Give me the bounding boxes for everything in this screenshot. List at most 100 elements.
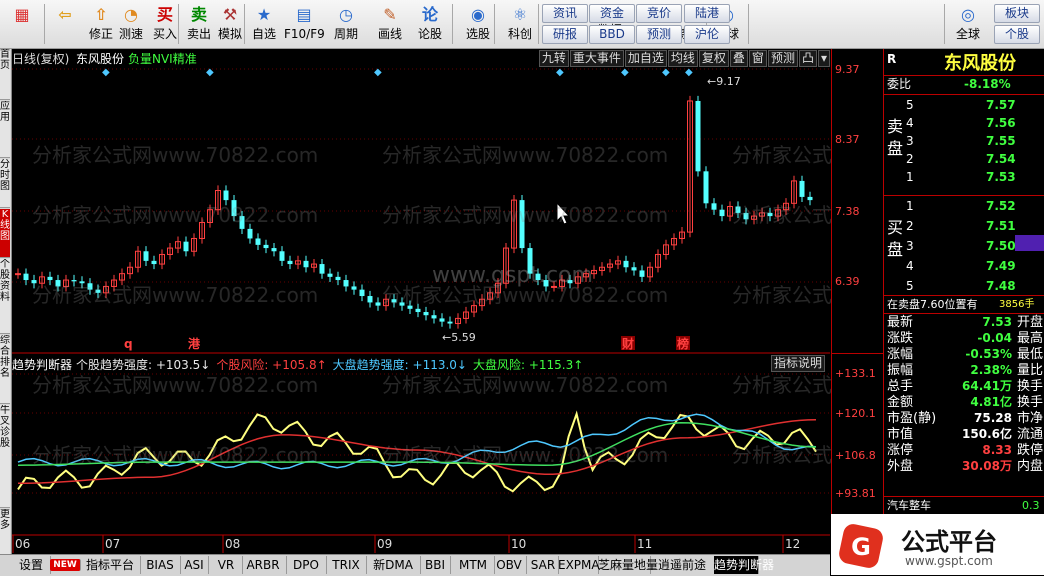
notice-row: 在卖盘7.60位置有 3856手 [884,295,1044,314]
toolbar-btn-6[interactable]: ⚒ 模拟 [214,2,246,46]
sell-level: 5 [906,98,914,112]
quick-btn-7[interactable]: 沪伦 [684,25,730,44]
industry-value: 0.3 [1022,499,1040,512]
indicator-tab-16[interactable]: 逍遥前途 [650,556,715,574]
indicator-tab-12[interactable]: OBV [492,556,527,574]
chart-btn-2[interactable]: 加自选 [624,50,667,67]
buy-row[interactable]: 1 7.52 [884,198,1044,215]
chart-btn-6[interactable]: 窗 [748,50,767,67]
buy-row[interactable]: 2 7.51 [884,218,1044,235]
indicator-tab-7[interactable]: DPO [286,556,327,574]
indicator-tab-15[interactable]: 芝麻量地量 [598,556,658,574]
quick-btn-6[interactable]: 预测 [636,25,682,44]
indicator-tab-11[interactable]: MTM [452,556,495,574]
chart-btn-5[interactable]: 叠 [729,50,748,67]
candle-body [743,212,749,220]
chart-area[interactable]: ←9.17 ←5.59 q 港财榜 ◆ ◆ ◆ ◆ ◆ ◆ ◆ 06 07 08 09 10 11 12 日线(复… [12,49,1018,554]
chart-btn-3[interactable]: 均线 [667,50,698,67]
event-diamond-icon[interactable]: ◆ [685,67,693,78]
price-label: 8.37 [835,133,860,146]
sell-row[interactable]: 2 7.54 [884,151,1044,168]
toolbar-btn-2[interactable]: ⇧ 修正 [86,2,116,46]
left-tab-3[interactable]: K线图 [0,209,10,258]
weibi-value: -8.18% [964,77,1011,91]
quick-btn-4[interactable]: 研报 [542,25,588,44]
buy-price: 7.48 [986,279,1016,293]
toolbar-btn-13[interactable]: ⚛ 科创 [500,2,540,46]
toolbar-btn-7[interactable]: ★ 自选 [248,2,280,46]
left-tab-4[interactable]: 个股资料 [0,259,10,334]
indicator-tab-3[interactable]: BIAS [140,556,181,574]
indicator-tab-6[interactable]: ARBR [240,556,287,574]
left-tab-0[interactable]: 首页 [0,49,10,100]
indicator-tab-9[interactable]: 新DMA [366,556,421,574]
indicator-help-button[interactable]: 指标说明 [771,355,826,372]
event-marker[interactable]: q [124,337,133,351]
event-marker[interactable]: 财 [621,336,634,351]
event-diamond-icon[interactable]: ◆ [102,67,110,78]
left-tab-7[interactable]: 更多 [0,509,10,555]
event-marker[interactable]: 港 [188,336,201,351]
sell-level: 1 [906,170,914,184]
chart-menu-arrow-icon[interactable]: ▾ [817,50,830,67]
toolbar-btn-8[interactable]: ▤ F10/F9 [284,2,325,46]
chart-btn-4[interactable]: 复权 [698,50,729,67]
sell-row[interactable]: 4 7.56 [884,115,1044,132]
left-tab-1[interactable]: 应用 [0,101,10,158]
global-button[interactable]: ◎ 全球 [950,2,986,46]
chart-btn-8[interactable]: 凸 [798,50,817,67]
sell-row[interactable]: 3 7.55 [884,133,1044,150]
toolbar-btn-10[interactable]: ✎ 画线 [372,2,408,46]
left-tab-5[interactable]: 综合排名 [0,335,10,404]
left-tab-2[interactable]: 分时图 [0,159,10,208]
toolbar-btn-9[interactable]: ◷ 周期 [326,2,366,46]
toolbar-btn-0[interactable]: ▦ [4,2,40,46]
quick-btn-1[interactable]: 资金 [589,4,635,23]
indicator-tab-8[interactable]: TRIX [326,556,367,574]
stat-value: 75.28 [974,411,1012,425]
buy-row[interactable]: 4 7.49 [884,258,1044,275]
indicator-name[interactable]: 负量NVI精准 [128,50,197,67]
candle-body [375,302,381,306]
chart-btn-7[interactable]: 预测 [767,50,798,67]
event-diamond-icon[interactable]: ◆ [662,67,670,78]
sell-row[interactable]: 1 7.53 [884,169,1044,186]
indicator-tab-1[interactable]: NEW [50,559,81,571]
kline-chart[interactable]: ←9.17 ←5.59 q 港 财 榜 ◆ ◆ ◆ ◆ ◆ ◆ ◆ 06 07 08 09 10 11 12 [12,49,830,554]
buy-row[interactable]: 5 7.48 [884,278,1044,295]
chart-btn-1[interactable]: 重大事件 [569,50,624,67]
event-diamond-icon[interactable]: ◆ [206,67,214,78]
toolbar-btn-1[interactable]: ⇦ [48,2,82,46]
select-stock-icon: ◉ [471,5,485,24]
indicator-tab-0[interactable]: 设置 [12,556,51,574]
quick-btn-5[interactable]: BBD [589,25,635,44]
indicator-tab-17[interactable]: 趋势判断器 [714,556,774,574]
indicator-tab-5[interactable]: VR [210,556,243,574]
candle-body [343,280,349,287]
toolbar-btn-12[interactable]: ◉ 选股 [458,2,498,46]
indicator-tab-4[interactable]: ASI [180,556,209,574]
toolbar-btn-3[interactable]: ◔ 测速 [116,2,146,46]
indicator-tab-14[interactable]: EXPMA [558,556,600,574]
chart-btn-0[interactable]: 九转 [538,50,569,67]
candle-body [15,273,21,276]
right-btn-1[interactable]: 个股 [994,25,1040,44]
toolbar-btn-5[interactable]: 卖卖出 [184,2,214,46]
sell-row[interactable]: 5 7.57 [884,97,1044,114]
event-diamond-icon[interactable]: ◆ [374,67,382,78]
toolbar-btn-4[interactable]: 买买入 [148,2,182,46]
left-tab-6[interactable]: 牛叉诊股 [0,405,10,508]
quick-btn-0[interactable]: 资讯 [542,4,588,23]
toolbar-btn-11[interactable]: 论论股 [410,2,450,46]
quick-btn-2[interactable]: 竞价 [636,4,682,23]
candle-body [527,248,533,274]
indicator-tab-10[interactable]: BBI [420,556,451,574]
event-diamond-icon[interactable]: ◆ [621,67,629,78]
indicator-tab-13[interactable]: SAR [528,556,559,574]
indicator-tab-2[interactable]: 指标平台 [80,556,141,574]
event-marker[interactable]: 榜 [677,336,689,351]
quick-btn-3[interactable]: 陆港 [684,4,730,23]
right-btn-0[interactable]: 板块 [994,4,1040,23]
candle-body [287,260,293,265]
event-diamond-icon[interactable]: ◆ [556,67,564,78]
